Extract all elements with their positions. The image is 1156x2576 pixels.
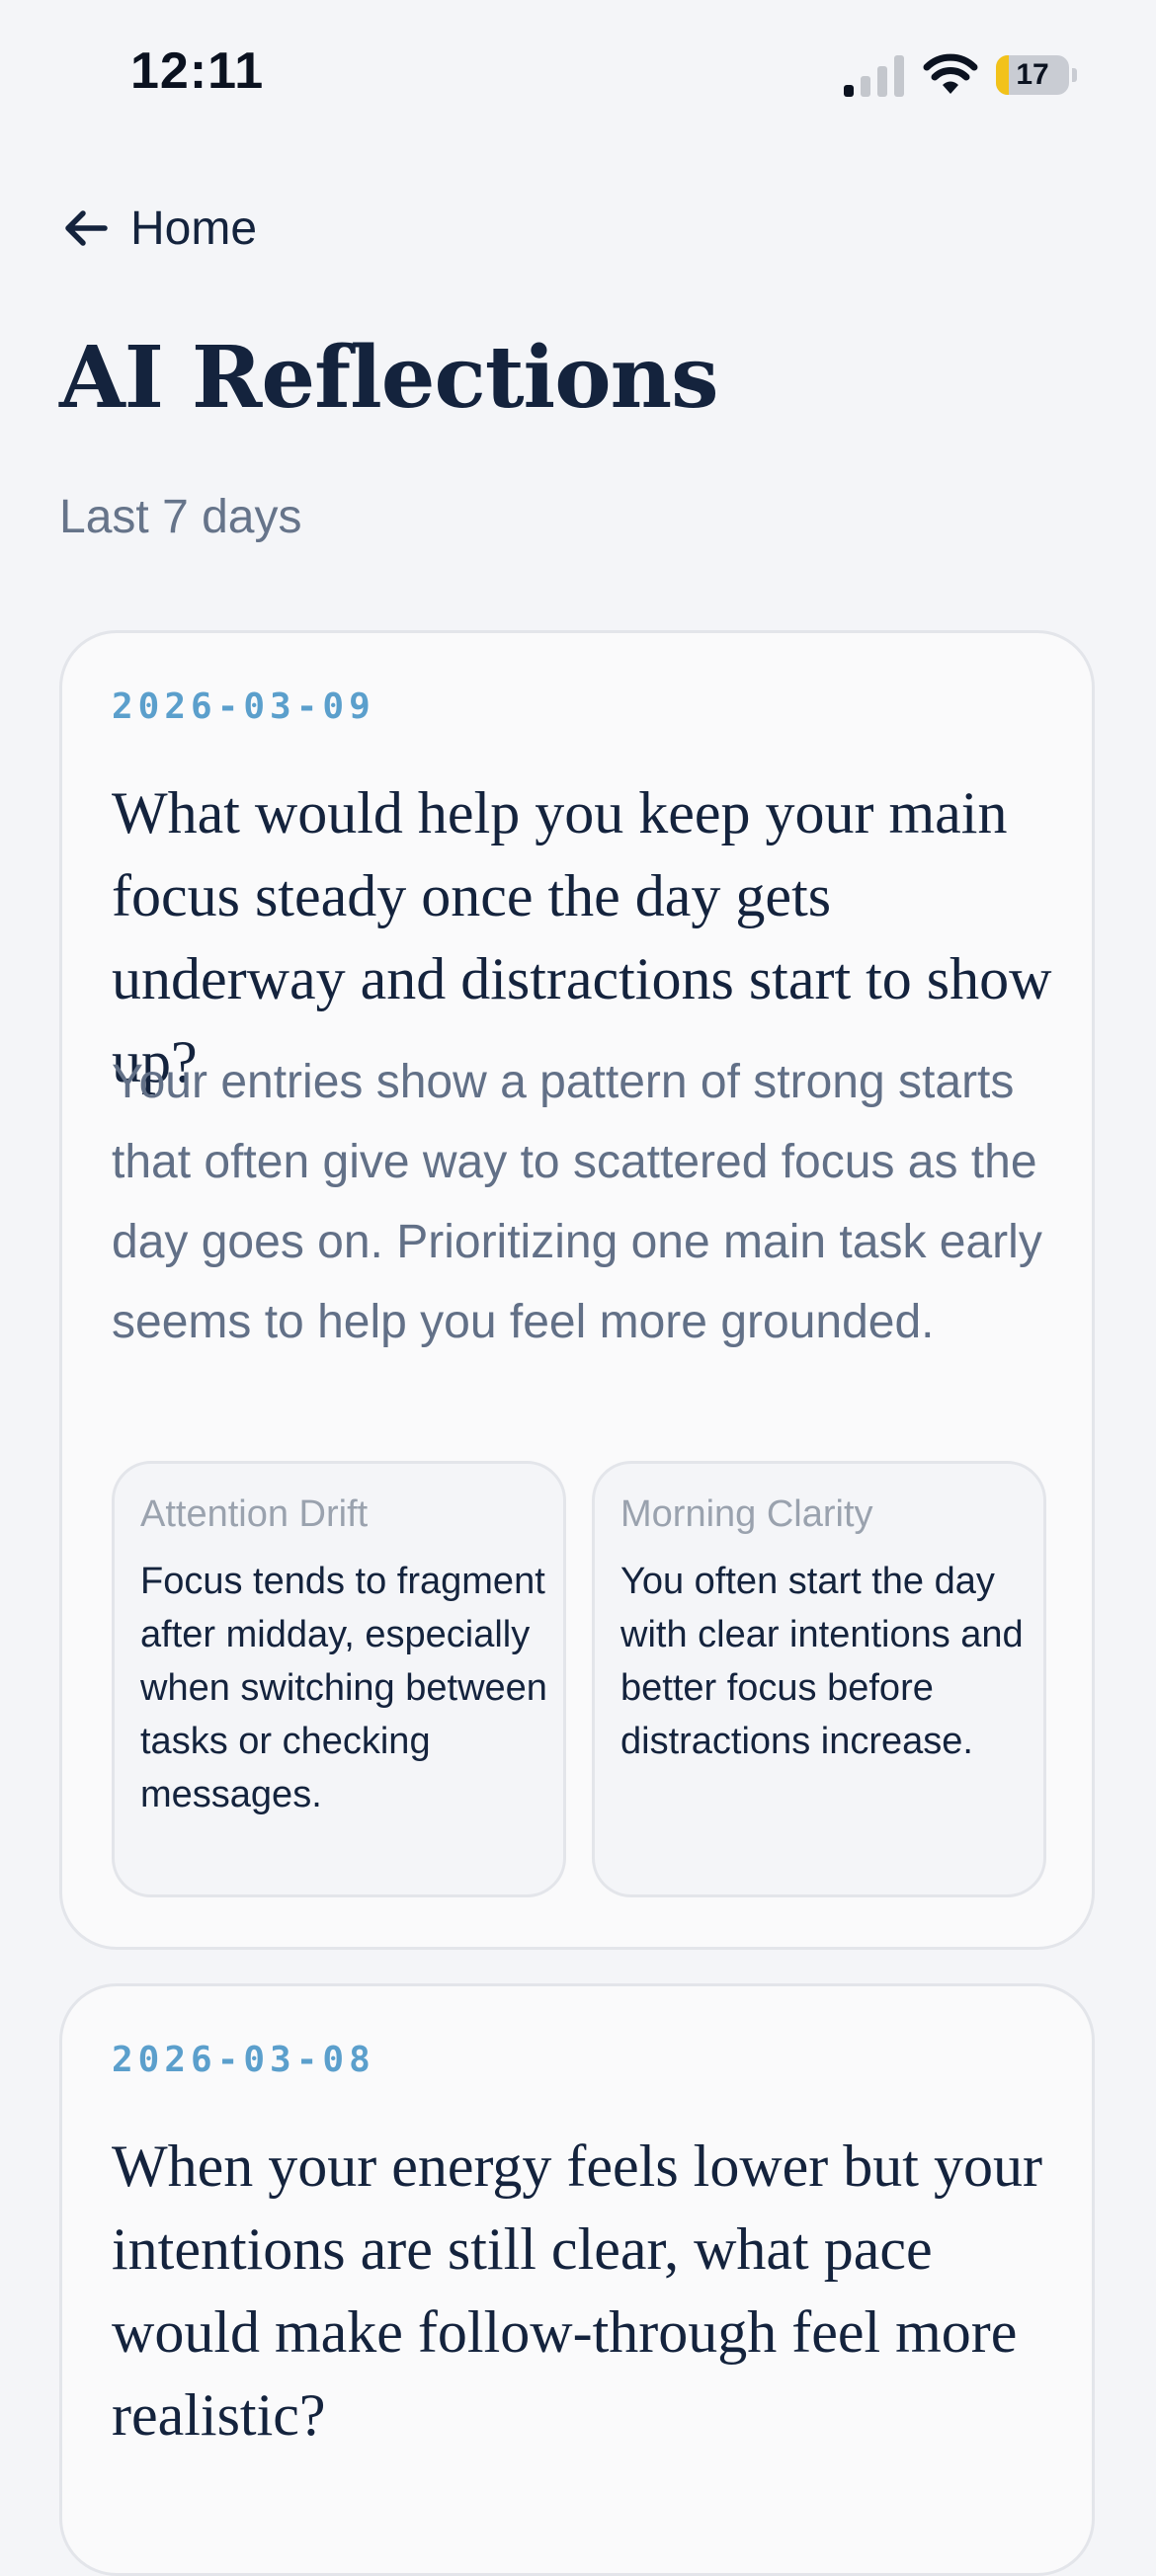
reflection-card[interactable]: 2026-03-09 What would help you keep your… bbox=[59, 630, 1095, 1950]
insight-card: Attention Drift Focus tends to fragment … bbox=[112, 1461, 566, 1897]
arrow-left-icon bbox=[65, 210, 108, 246]
insight-title: Attention Drift bbox=[140, 1493, 369, 1535]
page-title: AI Reflections bbox=[59, 328, 719, 428]
cellular-signal-icon bbox=[844, 55, 904, 97]
insight-body: Focus tends to fragment after midday, es… bbox=[140, 1561, 547, 1815]
page-subtitle: Last 7 days bbox=[59, 491, 302, 543]
reflection-question: When your energy feels lower but your in… bbox=[112, 2133, 1042, 2448]
insight-title: Morning Clarity bbox=[620, 1493, 873, 1535]
battery-level: 17 bbox=[1016, 58, 1049, 91]
status-bar: 12:11 17 bbox=[0, 0, 1156, 138]
status-time: 12:11 bbox=[130, 42, 265, 100]
back-button[interactable]: Home bbox=[61, 194, 257, 263]
reflection-card[interactable]: 2026-03-08 When your energy feels lower … bbox=[59, 1983, 1095, 2576]
back-label: Home bbox=[130, 201, 258, 255]
battery-indicator: 17 bbox=[996, 55, 1077, 95]
reflection-summary: Your entries show a pattern of strong st… bbox=[112, 1056, 1042, 1348]
reflection-date: 2026-03-09 bbox=[112, 686, 375, 727]
reflection-date: 2026-03-08 bbox=[112, 2040, 375, 2080]
insight-body: You often start the day with clear inten… bbox=[620, 1561, 1024, 1762]
insight-card: Morning Clarity You often start the day … bbox=[592, 1461, 1046, 1897]
wifi-icon bbox=[923, 53, 978, 94]
